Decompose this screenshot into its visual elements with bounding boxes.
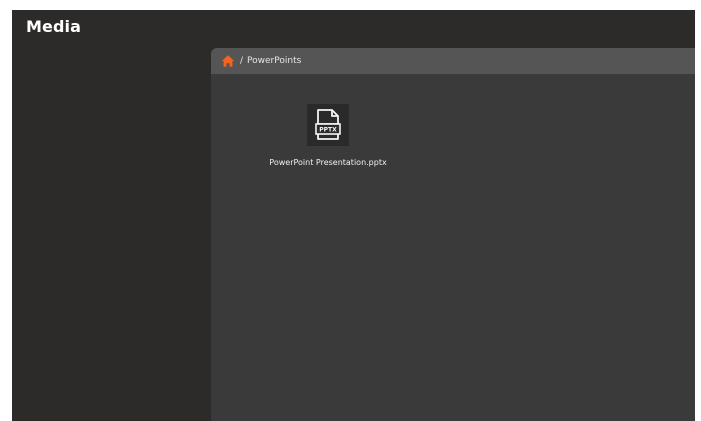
home-icon[interactable] bbox=[221, 54, 235, 68]
breadcrumb-separator: / bbox=[240, 56, 244, 66]
file-item[interactable]: PPTX PowerPoint Presentation.pptx bbox=[253, 104, 403, 167]
pptx-file-icon: PPTX bbox=[307, 104, 349, 146]
file-browser-panel: / PowerPoints PPTX PowerPoint Presentati… bbox=[211, 48, 695, 421]
file-name: PowerPoint Presentation.pptx bbox=[269, 158, 387, 167]
breadcrumb-current-folder[interactable]: PowerPoints bbox=[247, 56, 301, 66]
pptx-badge-label: PPTX bbox=[319, 127, 337, 134]
media-window: Media / PowerPoints PPTX PowerPoint Pres… bbox=[12, 10, 695, 421]
breadcrumb: / PowerPoints bbox=[211, 48, 695, 74]
page-title: Media bbox=[26, 17, 82, 36]
